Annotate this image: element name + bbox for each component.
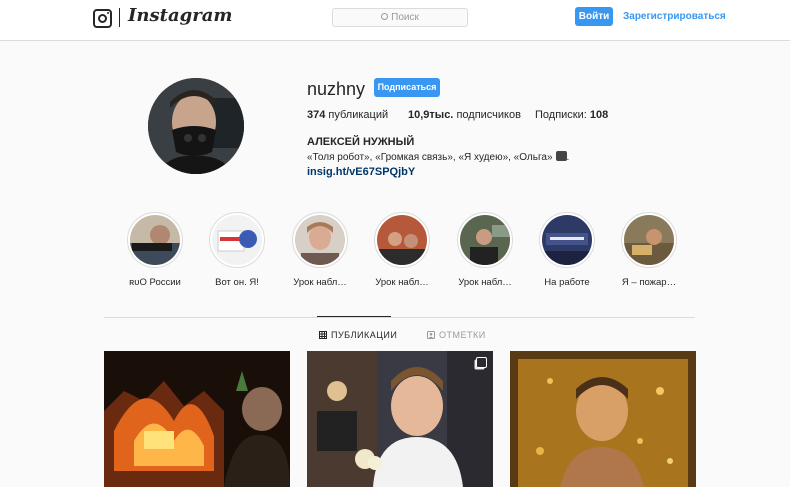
profile-website-link[interactable]: insig.ht/vE67SPQjbY xyxy=(307,166,415,178)
followers-stat[interactable]: 10,9тыс. подписчиков xyxy=(408,109,521,121)
profile-username: nuzhny xyxy=(307,79,366,99)
profile-full-name: АЛЕКСЕЙ НУЖНЫЙ xyxy=(307,136,415,148)
following-label: Подписки: xyxy=(535,109,587,121)
post-thumbnail[interactable] xyxy=(307,351,493,487)
highlight-thumbnail xyxy=(542,215,592,265)
logo-divider xyxy=(119,8,120,27)
register-link[interactable]: Зарегистрироваться xyxy=(623,11,726,22)
search-input[interactable]: Поиск xyxy=(332,8,468,27)
instagram-camera-icon[interactable] xyxy=(93,9,112,28)
followers-count: 10,9тыс. xyxy=(408,109,454,121)
highlight-label: Я – пожар… xyxy=(621,277,677,288)
highlight-thumbnail xyxy=(212,215,262,265)
tab-posts[interactable]: ПУБЛИКАЦИИ xyxy=(319,330,397,340)
following-stat[interactable]: Подписки: 108 xyxy=(535,109,608,121)
highlight-thumbnail xyxy=(624,215,674,265)
tab-tagged-label: ОТМЕТКИ xyxy=(439,330,486,340)
post-thumbnail[interactable] xyxy=(104,351,290,487)
highlight-thumbnail xyxy=(130,215,180,265)
tabs-divider xyxy=(104,317,695,318)
highlight-thumbnail xyxy=(295,215,345,265)
highlight-item[interactable]: Урок набл… xyxy=(448,212,522,288)
highlight-item[interactable]: ʀᴜО России xyxy=(118,212,192,288)
posts-count-stat: 374 публикаций xyxy=(307,109,388,121)
highlight-label: ʀᴜО России xyxy=(129,277,181,288)
tagged-user-icon xyxy=(427,331,435,339)
followers-label: подписчиков xyxy=(456,109,521,121)
login-button[interactable]: Войти xyxy=(575,7,613,26)
highlight-item[interactable]: Вот он. Я! xyxy=(200,212,274,288)
highlight-label: На работе xyxy=(544,277,590,288)
instagram-wordmark[interactable]: Instagram xyxy=(128,5,232,26)
profile-avatar[interactable] xyxy=(148,78,244,174)
highlight-item[interactable]: Урок набл… xyxy=(365,212,439,288)
highlight-label: Урок набл… xyxy=(375,277,429,288)
tab-posts-label: ПУБЛИКАЦИИ xyxy=(331,330,398,340)
posts-label: публикаций xyxy=(328,109,389,121)
search-icon xyxy=(381,13,389,20)
bio-text: «Толя робот», «Громкая связь», «Я худею»… xyxy=(307,152,553,163)
grid-icon xyxy=(319,331,327,339)
posts-count: 374 xyxy=(307,109,326,121)
highlight-thumbnail xyxy=(460,215,510,265)
tab-tagged[interactable]: ОТМЕТКИ xyxy=(427,330,486,340)
active-tab-indicator xyxy=(317,316,391,317)
highlight-item[interactable]: Урок набл… xyxy=(283,212,357,288)
carousel-icon xyxy=(476,357,487,368)
post-thumbnail[interactable] xyxy=(510,351,696,487)
highlight-label: Вот он. Я! xyxy=(215,277,259,288)
highlight-item[interactable]: Я – пожар… xyxy=(612,212,686,288)
highlight-label: Урок набл… xyxy=(293,277,347,288)
highlight-item[interactable]: На работе xyxy=(530,212,604,288)
highlight-thumbnail xyxy=(377,215,427,265)
highlight-label: Урок набл… xyxy=(458,277,512,288)
search-placeholder: Поиск xyxy=(391,12,419,23)
follow-button[interactable]: Подписаться xyxy=(374,78,440,97)
film-projector-emoji-icon xyxy=(555,151,567,161)
top-navigation-bar: Instagram Поиск Войти Зарегистрироваться xyxy=(0,0,790,41)
profile-bio: «Толя робот», «Громкая связь», «Я худею»… xyxy=(307,151,570,163)
following-count: 108 xyxy=(589,109,609,121)
